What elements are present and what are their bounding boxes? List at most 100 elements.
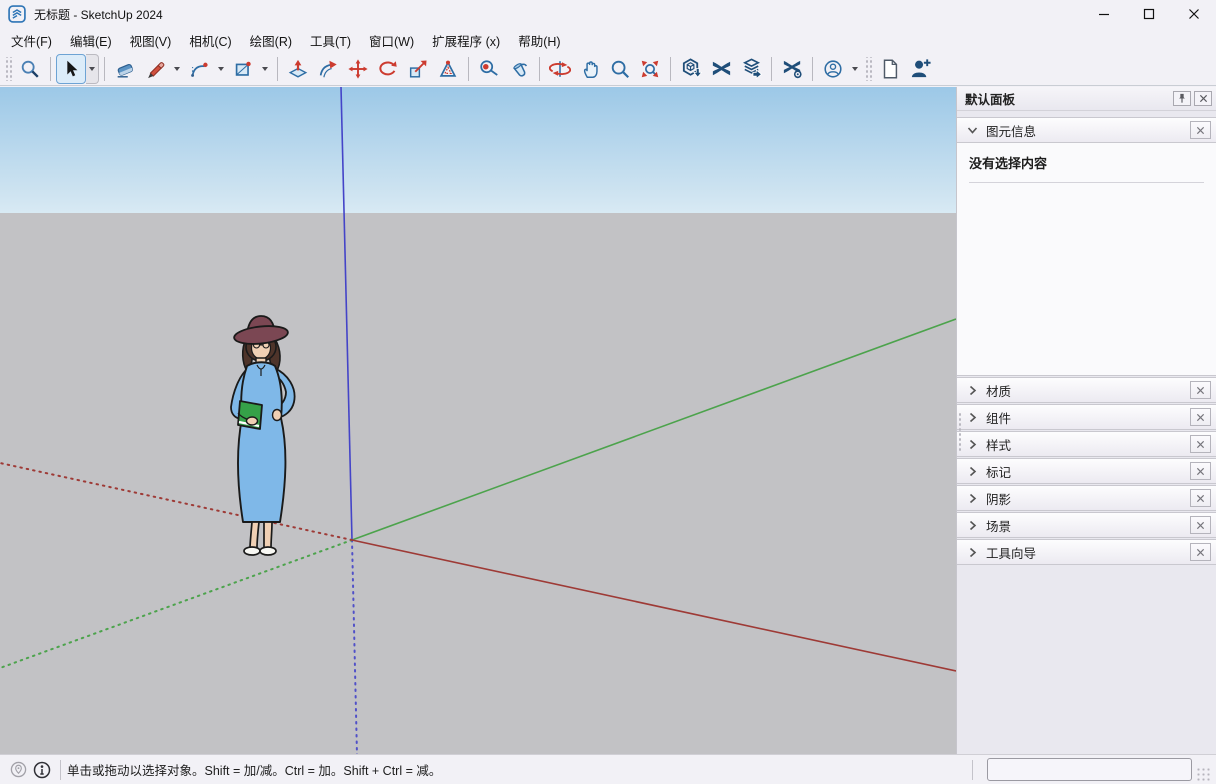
account-button[interactable]	[818, 54, 848, 84]
panel-resize-grip[interactable]	[958, 412, 963, 452]
section-materials-header[interactable]: 材质	[957, 377, 1216, 403]
default-panel-header[interactable]: 默认面板	[957, 87, 1216, 111]
close-scenes-button[interactable]	[1190, 516, 1211, 534]
menu-view[interactable]: 视图(V)	[121, 27, 181, 54]
close-button[interactable]	[1171, 0, 1216, 28]
close-components-button[interactable]	[1190, 408, 1211, 426]
close-icon	[1196, 126, 1205, 134]
instructor-info-button[interactable]	[30, 758, 54, 782]
menu-draw[interactable]: 绘图(R)	[241, 27, 301, 54]
paint-bucket-tool-button[interactable]	[504, 54, 534, 84]
title-bar: 无标题 - SketchUp 2024	[0, 0, 1216, 28]
eraser-icon	[117, 63, 133, 78]
zoom-extents-icon	[641, 60, 659, 77]
sign-in-button[interactable]	[905, 54, 935, 84]
zoom-icon	[611, 60, 630, 78]
3d-warehouse-button[interactable]	[676, 54, 706, 84]
zoom-extents-button[interactable]	[635, 54, 665, 84]
follow-me-tool-button[interactable]	[313, 54, 343, 84]
select-tool-button[interactable]	[56, 53, 86, 84]
section-entity-info-header[interactable]: 图元信息	[957, 117, 1216, 143]
chevron-down-icon	[852, 66, 858, 71]
close-materials-button[interactable]	[1190, 381, 1211, 399]
rectangle-tool-button[interactable]	[228, 54, 258, 84]
axis-red-dotted	[0, 462, 353, 541]
search-tool-button[interactable]	[15, 54, 45, 84]
menu-edit[interactable]: 编辑(E)	[61, 27, 121, 54]
zoom-tool-button[interactable]	[605, 54, 635, 84]
measurement-input[interactable]	[987, 758, 1192, 781]
close-panel-button[interactable]	[1194, 91, 1212, 106]
share-model-button[interactable]	[736, 54, 766, 84]
toolbar-separator	[104, 56, 105, 81]
arc-tool-button[interactable]	[184, 54, 214, 84]
close-tags-button[interactable]	[1190, 462, 1211, 480]
close-instructor-button[interactable]	[1190, 543, 1211, 561]
move-icon	[348, 58, 368, 79]
move-tool-button[interactable]	[343, 54, 373, 84]
pin-icon	[1179, 93, 1185, 103]
account-dropdown[interactable]	[848, 54, 862, 84]
rectangle-tool-dropdown[interactable]	[258, 54, 272, 84]
select-arrow-icon	[67, 60, 78, 76]
rotate-tool-button[interactable]	[373, 54, 403, 84]
model-viewport[interactable]	[0, 87, 956, 754]
arc-tool-dropdown[interactable]	[214, 54, 228, 84]
maximize-icon	[1143, 8, 1154, 20]
section-entity-info-label: 图元信息	[986, 124, 1037, 139]
chevron-down-icon	[89, 66, 95, 71]
minimize-button[interactable]	[1081, 0, 1126, 28]
window-resize-grip[interactable]	[1196, 767, 1210, 781]
person-figure[interactable]	[230, 315, 296, 556]
offset-tool-button[interactable]	[433, 54, 463, 84]
pin-panel-button[interactable]	[1173, 91, 1191, 106]
entity-info-body: 没有选择内容	[957, 143, 1216, 376]
section-shadows-header[interactable]: 阴影	[957, 485, 1216, 511]
status-bar: 单击或拖动以选择对象。Shift = 加/减。Ctrl = 加。Shift + …	[0, 754, 1216, 784]
close-shadows-button[interactable]	[1190, 489, 1211, 507]
chevron-right-icon	[969, 412, 977, 422]
select-tool-dropdown[interactable]	[86, 53, 99, 84]
close-styles-button[interactable]	[1190, 435, 1211, 453]
axis-blue-solid	[340, 87, 353, 541]
section-styles-header[interactable]: 样式	[957, 431, 1216, 457]
main-area: 默认面板 图元信息 没有选择内容 材质 组件 样式 标记 阴影 场景 工具向导	[0, 87, 1216, 754]
section-instructor-header[interactable]: 工具向导	[957, 539, 1216, 565]
section-tags-header[interactable]: 标记	[957, 458, 1216, 484]
geolocation-button[interactable]	[6, 758, 30, 782]
line-tool-button[interactable]	[140, 54, 170, 84]
toolbar-grip[interactable]	[865, 56, 872, 81]
push-pull-icon	[288, 59, 308, 78]
maximize-button[interactable]	[1126, 0, 1171, 28]
line-tool-dropdown[interactable]	[170, 54, 184, 84]
section-scenes-header[interactable]: 场景	[957, 512, 1216, 538]
scale-tool-button[interactable]	[403, 54, 433, 84]
sketchup-logo-icon	[8, 5, 26, 23]
extension-manager-button[interactable]	[777, 54, 807, 84]
orbit-tool-button[interactable]	[545, 54, 575, 84]
3d-warehouse-icon	[682, 58, 702, 78]
viewport-drawing	[0, 87, 956, 754]
toolbar-grip[interactable]	[5, 56, 12, 81]
menu-help[interactable]: 帮助(H)	[509, 27, 569, 54]
section-scenes-label: 场景	[986, 519, 1012, 534]
menu-window[interactable]: 窗口(W)	[360, 27, 423, 54]
axis-green-dotted	[0, 539, 353, 669]
minimize-icon	[1098, 13, 1109, 16]
menu-tools[interactable]: 工具(T)	[301, 27, 360, 54]
menu-extensions[interactable]: 扩展程序 (x)	[423, 27, 509, 54]
eraser-tool-button[interactable]	[110, 54, 140, 84]
pan-tool-button[interactable]	[575, 54, 605, 84]
new-file-button[interactable]	[875, 54, 905, 84]
extension-warehouse-button[interactable]	[706, 54, 736, 84]
tape-measure-tool-button[interactable]	[474, 54, 504, 84]
menu-file[interactable]: 文件(F)	[2, 27, 61, 54]
add-person-icon	[911, 59, 931, 78]
close-icon	[1199, 94, 1207, 103]
measurement-area	[966, 758, 1210, 781]
chevron-right-icon	[969, 493, 977, 503]
section-components-header[interactable]: 组件	[957, 404, 1216, 430]
push-pull-tool-button[interactable]	[283, 54, 313, 84]
menu-camera[interactable]: 相机(C)	[180, 27, 240, 54]
close-entity-info-button[interactable]	[1190, 121, 1211, 139]
